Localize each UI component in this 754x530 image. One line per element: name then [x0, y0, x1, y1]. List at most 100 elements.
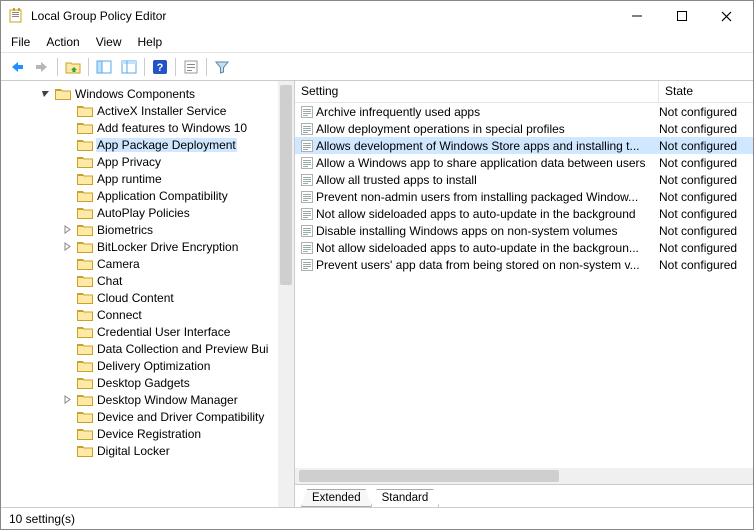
settings-row[interactable]: Prevent non-admin users from installing … — [295, 188, 753, 205]
tree-node-label: Device and Driver Compatibility — [96, 410, 265, 424]
menu-file[interactable]: File — [3, 33, 38, 51]
tree-pane: Windows Components▶ActiveX Installer Ser… — [1, 81, 295, 507]
policy-icon — [298, 122, 316, 136]
chevron-right-icon[interactable] — [63, 242, 77, 251]
tree-node-label: App Package Deployment — [96, 138, 237, 152]
column-header-state[interactable]: State — [659, 81, 753, 102]
minimize-button[interactable] — [614, 2, 659, 30]
tree-node-label: Cloud Content — [96, 291, 175, 305]
tree-node[interactable]: ▶AutoPlay Policies — [1, 204, 278, 221]
tree-node[interactable]: BitLocker Drive Encryption — [1, 238, 278, 255]
tree-node[interactable]: Biometrics — [1, 221, 278, 238]
menu-help[interactable]: Help — [130, 33, 171, 51]
properties-button[interactable] — [179, 55, 203, 79]
folder-icon — [77, 359, 93, 372]
tree-node[interactable]: Desktop Window Manager — [1, 391, 278, 408]
chevron-right-icon[interactable] — [63, 225, 77, 234]
chevron-down-icon[interactable] — [41, 89, 55, 98]
chevron-right-icon[interactable] — [63, 395, 77, 404]
tab-extended[interactable]: Extended — [301, 489, 372, 507]
setting-state: Not configured — [659, 122, 753, 136]
tree-node[interactable]: ▶Delivery Optimization — [1, 357, 278, 374]
policy-icon — [298, 139, 316, 153]
tree-node-label: Chat — [96, 274, 123, 288]
folder-icon — [77, 291, 93, 304]
setting-state: Not configured — [659, 224, 753, 238]
menu-action[interactable]: Action — [38, 33, 87, 51]
folder-icon — [77, 138, 93, 151]
settings-row[interactable]: Archive infrequently used appsNot config… — [295, 103, 753, 120]
toolbar: ? — [1, 53, 753, 81]
tree-node-label: Device Registration — [96, 427, 202, 441]
tree-vscrollbar[interactable] — [278, 81, 294, 507]
tree-node[interactable]: ▶Desktop Gadgets — [1, 374, 278, 391]
settings-row[interactable]: Allows development of Windows Store apps… — [295, 137, 753, 154]
back-button[interactable] — [5, 55, 29, 79]
tree-node[interactable]: ▶Chat — [1, 272, 278, 289]
list-hscrollbar[interactable] — [295, 468, 753, 484]
window-controls — [614, 2, 749, 30]
help-button[interactable]: ? — [148, 55, 172, 79]
tree-node-label: Add features to Windows 10 — [96, 121, 248, 135]
tree-node[interactable]: ▶Connect — [1, 306, 278, 323]
settings-list: Setting State Archive infrequently used … — [295, 81, 753, 485]
setting-name: Not allow sideloaded apps to auto-update… — [316, 207, 659, 221]
window-title: Local Group Policy Editor — [31, 9, 614, 23]
setting-name: Not allow sideloaded apps to auto-update… — [316, 241, 659, 255]
tree-node[interactable]: ▶App Privacy — [1, 153, 278, 170]
close-button[interactable] — [704, 2, 749, 30]
setting-name: Disable installing Windows apps on non-s… — [316, 224, 659, 238]
toolbar-separator — [144, 58, 145, 76]
maximize-button[interactable] — [659, 2, 704, 30]
settings-row[interactable]: Disable installing Windows apps on non-s… — [295, 222, 753, 239]
tree-node-label: Windows Components — [74, 87, 196, 101]
forward-button[interactable] — [30, 55, 54, 79]
filter-button[interactable] — [210, 55, 234, 79]
settings-row[interactable]: Prevent users' app data from being store… — [295, 256, 753, 273]
toolbar-separator — [57, 58, 58, 76]
setting-state: Not configured — [659, 105, 753, 119]
setting-name: Allow a Windows app to share application… — [316, 156, 659, 170]
tree-node[interactable]: ▶Camera — [1, 255, 278, 272]
tree-node-label: ActiveX Installer Service — [96, 104, 227, 118]
tree-node-label: Delivery Optimization — [96, 359, 211, 373]
tree-node-windows-components[interactable]: Windows Components — [1, 85, 278, 102]
folder-icon — [77, 427, 93, 440]
settings-row[interactable]: Not allow sideloaded apps to auto-update… — [295, 239, 753, 256]
tree-node-label: Desktop Window Manager — [96, 393, 239, 407]
tree-node[interactable]: ▶App Package Deployment — [1, 136, 278, 153]
tree-node[interactable]: ▶ActiveX Installer Service — [1, 102, 278, 119]
tree-node-label: Biometrics — [96, 223, 154, 237]
folder-icon — [77, 223, 93, 236]
tree-node[interactable]: ▶Device Registration — [1, 425, 278, 442]
up-level-button[interactable] — [61, 55, 85, 79]
settings-row[interactable]: Not allow sideloaded apps to auto-update… — [295, 205, 753, 222]
settings-row[interactable]: Allow deployment operations in special p… — [295, 120, 753, 137]
tree-node[interactable]: ▶App runtime — [1, 170, 278, 187]
setting-state: Not configured — [659, 139, 753, 153]
tree-node[interactable]: ▶Device and Driver Compatibility — [1, 408, 278, 425]
tree-node[interactable]: ▶Credential User Interface — [1, 323, 278, 340]
tree-node[interactable]: ▶Add features to Windows 10 — [1, 119, 278, 136]
tree-node[interactable]: ▶Application Compatibility — [1, 187, 278, 204]
setting-state: Not configured — [659, 207, 753, 221]
tree-node-label: Desktop Gadgets — [96, 376, 191, 390]
menu-view[interactable]: View — [88, 33, 130, 51]
setting-name: Allows development of Windows Store apps… — [316, 139, 659, 153]
tree-node[interactable]: ▶Digital Locker — [1, 442, 278, 459]
folder-icon — [77, 342, 93, 355]
export-list-button[interactable] — [117, 55, 141, 79]
tree-node[interactable]: ▶Cloud Content — [1, 289, 278, 306]
folder-icon — [77, 172, 93, 185]
setting-state: Not configured — [659, 173, 753, 187]
tree-node[interactable]: ▶Data Collection and Preview Bui — [1, 340, 278, 357]
settings-row[interactable]: Allow all trusted apps to installNot con… — [295, 171, 753, 188]
menubar: File Action View Help — [1, 31, 753, 53]
tab-standard[interactable]: Standard — [371, 489, 440, 507]
settings-row[interactable]: Allow a Windows app to share application… — [295, 154, 753, 171]
show-hide-tree-button[interactable] — [92, 55, 116, 79]
column-header-setting[interactable]: Setting — [295, 81, 659, 102]
setting-name: Prevent users' app data from being store… — [316, 258, 659, 272]
list-header: Setting State — [295, 81, 753, 103]
setting-name: Allow all trusted apps to install — [316, 173, 659, 187]
